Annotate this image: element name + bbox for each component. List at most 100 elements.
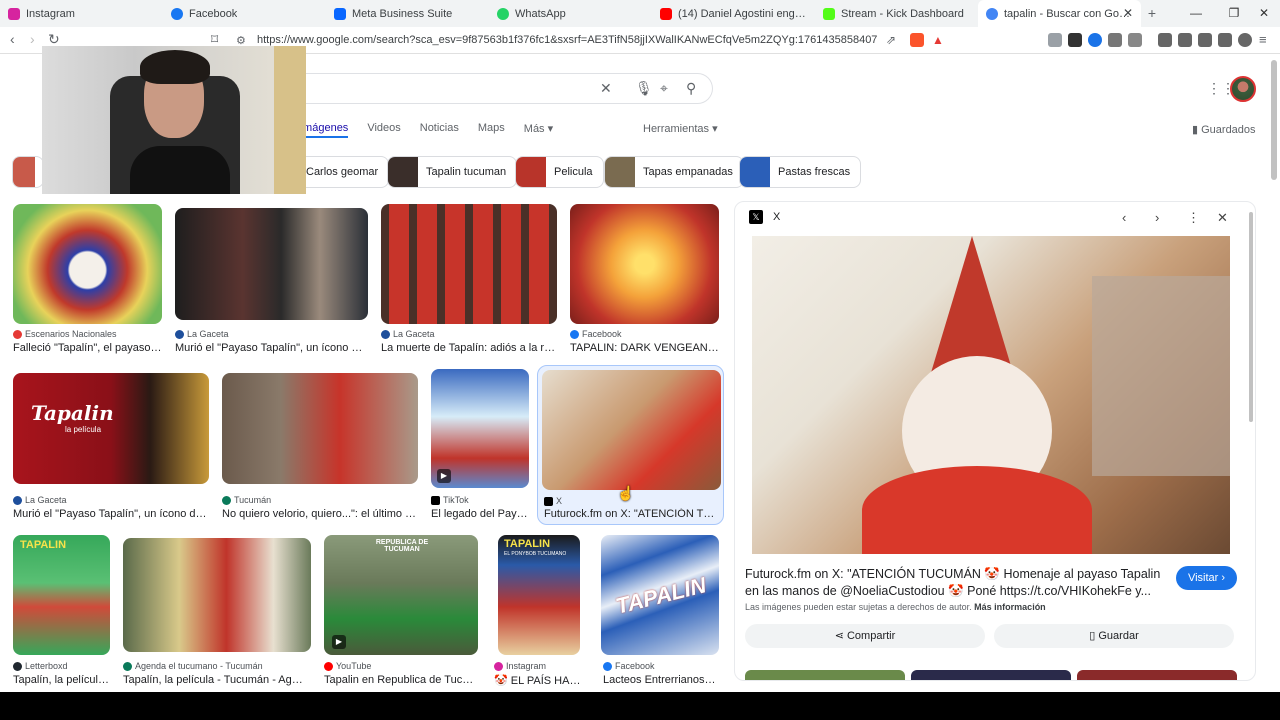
tab-meta-business[interactable]: Meta Business Suite (326, 0, 489, 27)
minimize-icon[interactable]: — (1180, 0, 1212, 27)
meta-icon (334, 7, 346, 20)
rewards-icon[interactable]: ▲ (932, 33, 944, 47)
result-title[interactable]: Tapalín, la película - Tucumán - Agenda … (123, 674, 308, 686)
tab-videos[interactable]: Videos (367, 122, 400, 138)
related-image[interactable] (911, 670, 1071, 680)
close-window-icon[interactable]: ✕ (1248, 0, 1280, 27)
tab-whatsapp[interactable]: WhatsApp (489, 0, 652, 27)
sidebar-icon[interactable] (1178, 33, 1192, 47)
music-icon[interactable] (1158, 33, 1172, 47)
result-title[interactable]: 🤡 EL PAÍS HABL... (494, 674, 584, 687)
chip-tapalin-tucuman[interactable]: Tapalin tucuman (387, 156, 518, 188)
preview-title[interactable]: Futurock.fm on X: "ATENCIÓN TUCUMÁN 🤡 Ho… (745, 566, 1165, 600)
wallet-icon[interactable] (1198, 33, 1212, 47)
tab-kick[interactable]: Stream - Kick Dashboard (815, 0, 978, 27)
image-result[interactable]: La Gaceta Murió el "Payaso Tapalín", un … (175, 204, 368, 354)
chip-carlos-geomar[interactable]: Carlos geomar (300, 156, 390, 188)
search-input[interactable]: ✕ 🎙 ⌖ ⚲ (300, 73, 713, 104)
leo-icon[interactable] (1218, 33, 1232, 47)
previous-icon[interactable]: ‹ (1122, 210, 1126, 225)
result-title[interactable]: TAPALIN: DARK VENGEANCE... (570, 342, 719, 354)
extension-icon[interactable] (1088, 33, 1102, 47)
image-result[interactable]: Tapalin la película La Gaceta Murió el "… (13, 373, 209, 523)
chip-tapas-empanadas[interactable]: Tapas empanadas (604, 156, 744, 188)
visit-button[interactable]: Visitar › (1176, 566, 1237, 590)
result-title[interactable]: El legado del Paya... (431, 508, 529, 520)
chip-pastas-frescas[interactable]: Pastas frescas (739, 156, 862, 188)
tab-label: (14) Daniel Agostini enganchado (678, 7, 807, 20)
search-icon[interactable]: ⚲ (686, 80, 696, 97)
image-result[interactable]: Escenarios Nacionales Falleció "Tapalín"… (13, 204, 162, 354)
result-title[interactable]: Murió el "Payaso Tapalín", un ícono de l… (175, 342, 368, 354)
image-result[interactable]: La Gaceta La muerte de Tapalín: adiós a … (381, 204, 557, 354)
lens-icon[interactable]: ⌖ (660, 80, 668, 97)
tab-instagram[interactable]: Instagram (0, 0, 163, 27)
next-icon[interactable]: › (1155, 210, 1159, 225)
result-title[interactable]: Murió el "Payaso Tapalín", un ícono de l… (13, 508, 209, 520)
share-icon[interactable]: ⇗ (886, 33, 896, 47)
url-field[interactable]: https://www.google.com/search?sca_esv=9f… (257, 34, 877, 46)
tab-more[interactable]: Más ▾ (524, 122, 553, 138)
result-source: Agenda el tucumano - Tucumán (123, 661, 263, 671)
tab-google-search[interactable]: tapalin - Buscar con Google ✕ (978, 0, 1141, 27)
tab-facebook[interactable]: Facebook (163, 0, 326, 27)
image-result[interactable]: TAPALIN EL PONYBOB TUCUMANO Instagram 🤡 … (492, 535, 587, 687)
tab-news[interactable]: Noticias (420, 122, 459, 138)
puzzle-icon[interactable] (1108, 33, 1122, 47)
avatar[interactable] (1230, 76, 1256, 102)
extension-icon[interactable] (1048, 33, 1062, 47)
chip-label: Pastas frescas (778, 166, 851, 178)
back-icon[interactable]: ‹ (10, 31, 15, 47)
vpn-icon[interactable] (1238, 33, 1252, 47)
person-hair-shape (140, 50, 210, 84)
thumbnail-title-text: TAPALIN (504, 538, 551, 550)
tab-images[interactable]: Imágenes (300, 122, 349, 138)
tab-youtube[interactable]: (14) Daniel Agostini enganchado (652, 0, 815, 27)
chip-pelicula[interactable]: Pelicula (515, 156, 604, 188)
result-title[interactable]: Tapalín, la película... (13, 674, 110, 686)
tab-label: Instagram (26, 7, 75, 20)
result-title[interactable]: La muerte de Tapalín: adiós a la risa ..… (381, 342, 557, 354)
result-thumbnail (222, 373, 418, 484)
preview-image[interactable] (752, 236, 1230, 554)
more-info-link[interactable]: Más información (974, 602, 1046, 612)
result-title[interactable]: Futurock.fm on X: "ATENCIÓN TUCU... (544, 508, 719, 520)
result-source: TikTok (431, 495, 469, 505)
extension-icon[interactable] (1128, 33, 1142, 47)
tab-maps[interactable]: Maps (478, 122, 505, 138)
image-result[interactable]: TAPALIN Facebook Lacteos Entrerrianos - … (601, 535, 719, 687)
tab-label: tapalin - Buscar con Google (1004, 7, 1133, 20)
clear-icon[interactable]: ✕ (600, 80, 612, 97)
restore-icon[interactable]: ❐ (1218, 0, 1250, 27)
forward-icon[interactable]: › (30, 31, 35, 47)
chip-partial[interactable] (12, 156, 44, 188)
clown-ruff-shape (862, 466, 1092, 554)
image-result[interactable]: REPUBLICA DE TUCUMAN ▶ YouTube Tapalin e… (324, 535, 478, 687)
image-result[interactable]: Tucumán No quiero velorio, quiero...": e… (222, 373, 418, 523)
page-scrollbar[interactable] (1271, 60, 1277, 180)
close-icon[interactable]: ✕ (1217, 210, 1228, 226)
brave-shield-icon[interactable] (910, 33, 924, 47)
image-result[interactable]: Facebook TAPALIN: DARK VENGEANCE... (570, 204, 719, 354)
related-image[interactable] (745, 670, 905, 680)
tools-button[interactable]: Herramientas ▾ (643, 122, 718, 135)
extension-icon[interactable] (1068, 33, 1082, 47)
share-button[interactable]: ⋖ Compartir (745, 624, 985, 648)
image-result[interactable]: TAPALIN Letterboxd Tapalín, la película.… (13, 535, 110, 687)
result-title[interactable]: Tapalin en Republica de Tucum... (324, 674, 474, 686)
image-result[interactable]: Agenda el tucumano - Tucumán Tapalín, la… (123, 535, 311, 687)
result-title[interactable]: No quiero velorio, quiero...": el último… (222, 508, 418, 520)
new-tab-button[interactable]: + (1141, 0, 1163, 27)
save-button[interactable]: ▯ Guardar (994, 624, 1234, 648)
more-options-icon[interactable]: ⋮ (1187, 210, 1200, 226)
saved-button[interactable]: ▮ Guardados (1192, 123, 1256, 136)
result-title[interactable]: Falleció "Tapalín", el payaso m... (13, 342, 162, 354)
menu-icon[interactable]: ≡ (1259, 32, 1267, 47)
microphone-icon[interactable]: 🎙 (635, 80, 653, 97)
close-tab-icon[interactable]: ✕ (1123, 6, 1133, 20)
result-source: Tucumán (222, 495, 271, 505)
related-image[interactable] (1077, 670, 1237, 680)
image-result[interactable]: ▶ TikTok El legado del Paya... (431, 369, 529, 523)
result-title[interactable]: Lacteos Entrerrianos - T... (603, 674, 717, 686)
panel-scrollbar[interactable] (1249, 212, 1253, 422)
